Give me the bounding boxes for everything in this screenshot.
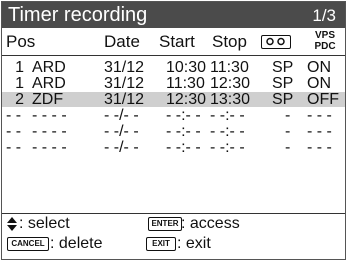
row-vps: - - - — [307, 107, 332, 124]
timer-row-empty[interactable]: - - - - - - - -/- - - -:- - - -:- - - - … — [2, 139, 345, 156]
select-hint: : select — [19, 215, 70, 232]
column-header-date: Date — [104, 32, 140, 51]
page-indicator: 1/3 — [312, 6, 336, 25]
pdc-label: PDC — [314, 41, 336, 52]
row-stop: - -:- - — [210, 107, 245, 124]
title-bar: Timer recording 1/3 — [2, 2, 345, 28]
row-station: ARD — [32, 75, 66, 92]
row-pos: 2 — [15, 91, 24, 108]
row-date: - -/- - — [104, 123, 139, 140]
row-station: ARD — [32, 59, 66, 76]
row-station: - - - - — [32, 107, 67, 124]
row-station: - - - - — [32, 139, 67, 156]
row-station: ZDF — [32, 91, 64, 108]
row-station: - - - - — [32, 123, 67, 140]
column-header-vps-pdc: VPS PDC — [310, 30, 340, 52]
row-mode: SP — [272, 59, 294, 76]
row-start: 10:30 — [166, 59, 207, 76]
column-header-stop: Stop — [212, 32, 247, 51]
row-start: - -:- - — [166, 107, 201, 124]
row-stop: 11:30 — [210, 59, 249, 76]
screen-title: Timer recording — [8, 4, 148, 26]
row-stop: 12:30 — [210, 75, 251, 92]
row-vps: - - - — [307, 139, 332, 156]
timer-row-empty[interactable]: - - - - - - - -/- - - -:- - - -:- - - - … — [2, 107, 345, 124]
row-pos: 1 — [15, 75, 24, 92]
row-stop: 13:30 — [210, 91, 251, 108]
row-start: 12:30 — [166, 91, 207, 108]
row-pos: - - — [6, 107, 22, 124]
row-vps: ON — [307, 75, 331, 92]
row-mode: - — [285, 139, 291, 156]
row-date: 31/12 — [104, 75, 145, 92]
column-header-pos: Pos — [6, 32, 36, 51]
timer-row[interactable]: 1 ARD 31/12 11:30 12:30 SP ON — [2, 75, 345, 92]
row-mode: SP — [272, 75, 294, 92]
row-date: 31/12 — [104, 91, 145, 108]
row-mode: - — [285, 123, 291, 140]
header-divider — [2, 55, 345, 56]
timer-recording-screen: Timer recording 1/3 Pos Date Start Stop … — [1, 1, 346, 260]
row-pos: - - — [6, 139, 22, 156]
row-start: - -:- - — [166, 123, 201, 140]
row-date: - -/- - — [104, 139, 139, 156]
up-down-arrows-icon — [7, 217, 17, 231]
row-mode: - — [285, 107, 291, 124]
row-pos: - - — [6, 123, 22, 140]
row-vps: - - - — [307, 123, 332, 140]
cassette-icon — [261, 35, 291, 49]
row-start: - -:- - — [166, 139, 201, 156]
cancel-key-icon: CANCEL — [7, 237, 49, 251]
row-date: 31/12 — [104, 59, 145, 76]
key-help-footer: : select ENTER : access CANCEL : delete … — [2, 214, 345, 259]
timer-row[interactable]: 1 ARD 31/12 10:30 11:30 SP ON — [2, 59, 345, 76]
exit-key-icon: EXIT — [146, 237, 176, 251]
delete-hint: : delete — [50, 235, 103, 252]
row-stop: - -:- - — [210, 123, 245, 140]
vps-label: VPS — [314, 30, 335, 41]
row-pos: 1 — [15, 59, 24, 76]
row-stop: - -:- - — [210, 139, 245, 156]
timer-row-empty[interactable]: - - - - - - - -/- - - -:- - - -:- - - - … — [2, 123, 345, 140]
row-vps: OFF — [307, 91, 339, 108]
exit-hint: : exit — [177, 235, 211, 252]
column-header-start: Start — [159, 32, 195, 51]
access-hint: : access — [181, 215, 240, 232]
row-mode: SP — [272, 91, 294, 108]
row-date: - -/- - — [104, 107, 139, 124]
row-start: 11:30 — [166, 75, 205, 92]
timer-row-selected[interactable]: 2 ZDF 31/12 12:30 13:30 SP OFF — [2, 91, 345, 108]
row-vps: ON — [307, 59, 331, 76]
enter-key-icon: ENTER — [148, 217, 182, 231]
